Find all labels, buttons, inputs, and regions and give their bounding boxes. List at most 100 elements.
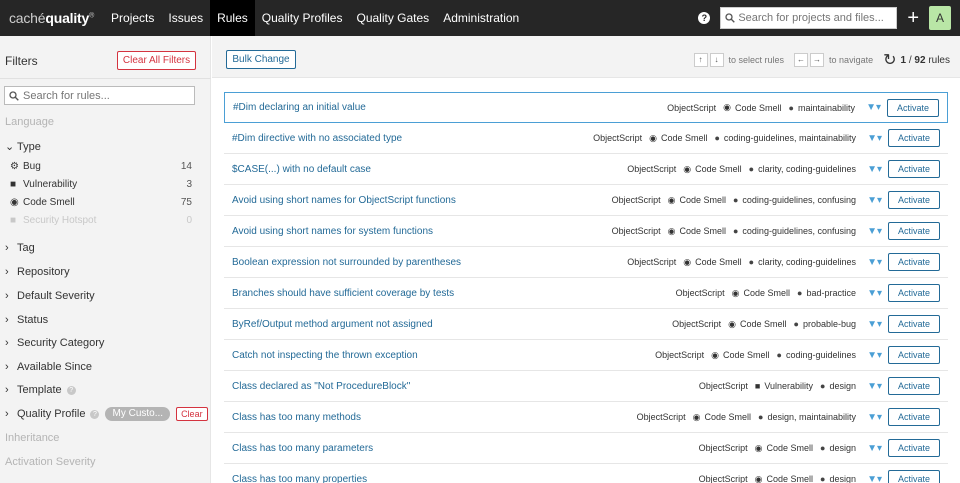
- filter-similar-icon[interactable]: ▼▾: [867, 195, 882, 206]
- filter-similar-icon[interactable]: ▼▾: [867, 443, 882, 454]
- rule-tags[interactable]: bad-practice: [806, 288, 856, 298]
- rule-title-link[interactable]: Class has too many parameters: [232, 443, 373, 454]
- rule-tags[interactable]: design, maintainability: [767, 412, 856, 422]
- filter-similar-icon[interactable]: ▼▾: [867, 288, 882, 299]
- rule-row[interactable]: $CASE(...) with no default case ObjectScr…: [224, 154, 948, 185]
- rule-title-link[interactable]: ByRef/Output method argument not assigne…: [232, 319, 433, 330]
- facet-language[interactable]: Language: [5, 116, 54, 128]
- filter-similar-icon[interactable]: ▼▾: [867, 350, 882, 361]
- facet-default-severity[interactable]: › Default Severity: [5, 290, 95, 302]
- facet-type[interactable]: ⌄ Type: [5, 140, 41, 154]
- rule-row[interactable]: Class has too many methods ObjectScript ◉ C…: [224, 402, 948, 433]
- filter-similar-icon[interactable]: ▼▾: [867, 133, 882, 144]
- rule-title-link[interactable]: Avoid using short names for ObjectScript…: [232, 195, 456, 206]
- bulk-change-button[interactable]: Bulk Change: [226, 50, 296, 69]
- activate-button[interactable]: Activate: [888, 315, 940, 333]
- rule-title-link[interactable]: #Dim directive with no associated type: [232, 133, 402, 144]
- activate-button[interactable]: Activate: [888, 222, 940, 240]
- rule-row[interactable]: ByRef/Output method argument not assigne…: [224, 309, 948, 340]
- rule-title-link[interactable]: Class has too many properties: [232, 474, 367, 483]
- filter-similar-icon[interactable]: ▼▾: [867, 381, 882, 392]
- rule-tags[interactable]: clarity, coding-guidelines: [758, 164, 856, 174]
- activate-button[interactable]: Activate: [888, 191, 940, 209]
- facet-tag[interactable]: › Tag: [5, 242, 35, 254]
- filter-similar-icon[interactable]: ▼▾: [867, 164, 882, 175]
- rule-tags[interactable]: probable-bug: [803, 319, 856, 329]
- clear-all-filters-button[interactable]: Clear All Filters: [117, 51, 196, 70]
- reload-icon[interactable]: ↻: [883, 50, 896, 70]
- facet-quality-profile[interactable]: › Quality Profile? My Custo... Clear: [5, 407, 208, 421]
- rule-row[interactable]: Boolean expression not surrounded by par…: [224, 247, 948, 278]
- global-search[interactable]: [720, 7, 898, 29]
- rule-row[interactable]: Class has too many properties ObjectScrip…: [224, 464, 948, 483]
- filter-similar-icon[interactable]: ▼▾: [867, 474, 882, 483]
- rule-title-link[interactable]: Avoid using short names for system funct…: [232, 226, 433, 237]
- rule-row[interactable]: Avoid using short names for system funct…: [224, 216, 948, 247]
- rule-tags[interactable]: coding-guidelines, maintainability: [724, 133, 856, 143]
- rule-tags[interactable]: design: [829, 381, 856, 391]
- type-bug-item[interactable]: ⚙ Bug 14: [10, 161, 192, 172]
- activate-button[interactable]: Activate: [888, 377, 940, 395]
- filter-similar-icon[interactable]: ▼▾: [867, 257, 882, 268]
- activate-button[interactable]: Activate: [888, 470, 940, 483]
- activate-button[interactable]: Activate: [888, 346, 940, 364]
- rule-title-link[interactable]: #Dim declaring an initial value: [233, 102, 366, 113]
- rule-row[interactable]: Avoid using short names for ObjectScript…: [224, 185, 948, 216]
- quality-profile-pill[interactable]: My Custo...: [105, 407, 171, 421]
- rule-row[interactable]: Branches should have sufficient coverage…: [224, 278, 948, 309]
- rule-search-input[interactable]: [23, 89, 183, 102]
- rule-row[interactable]: #Dim directive with no associated type Ob…: [224, 123, 948, 154]
- rule-row[interactable]: #Dim declaring an initial value ObjectScr…: [224, 92, 948, 123]
- rule-row[interactable]: Class declared as "Not ProcedureBlock" Ob…: [224, 371, 948, 402]
- facet-template[interactable]: › Template?: [5, 384, 76, 396]
- rule-tags[interactable]: design: [829, 443, 856, 453]
- help-icon[interactable]: ?: [66, 385, 76, 395]
- activate-button[interactable]: Activate: [888, 253, 940, 271]
- rule-tags[interactable]: coding-guidelines, confusing: [742, 195, 856, 205]
- rule-tags[interactable]: clarity, coding-guidelines: [758, 257, 856, 267]
- rule-tags[interactable]: maintainability: [798, 103, 855, 113]
- help-icon[interactable]: ?: [90, 409, 100, 419]
- app-logo[interactable]: cachéquality®: [9, 10, 94, 26]
- rule-title-link[interactable]: Branches should have sufficient coverage…: [232, 288, 454, 299]
- activate-button[interactable]: Activate: [888, 129, 940, 147]
- rule-tags[interactable]: coding-guidelines, confusing: [742, 226, 856, 236]
- quality-profile-clear-button[interactable]: Clear: [176, 407, 208, 421]
- rule-title-link[interactable]: Catch not inspecting the thrown exceptio…: [232, 350, 418, 361]
- nav-rules[interactable]: Rules: [210, 0, 255, 36]
- filter-similar-icon[interactable]: ▼▾: [866, 102, 881, 113]
- nav-administration[interactable]: Administration: [436, 0, 526, 36]
- facet-security-category[interactable]: › Security Category: [5, 337, 104, 349]
- facet-activation-severity[interactable]: Activation Severity: [5, 456, 95, 468]
- activate-button[interactable]: Activate: [888, 160, 940, 178]
- nav-issues[interactable]: Issues: [161, 0, 210, 36]
- type-code-smell-item[interactable]: ◉ Code Smell 75: [10, 197, 192, 208]
- filter-similar-icon[interactable]: ▼▾: [867, 412, 882, 423]
- rule-title-link[interactable]: $CASE(...) with no default case: [232, 164, 371, 175]
- filter-similar-icon[interactable]: ▼▾: [867, 226, 882, 237]
- nav-quality-gates[interactable]: Quality Gates: [349, 0, 436, 36]
- rule-row[interactable]: Class has too many parameters ObjectScrip…: [224, 433, 948, 464]
- facet-available-since[interactable]: › Available Since: [5, 361, 92, 373]
- rule-title-link[interactable]: Class declared as "Not ProcedureBlock": [232, 381, 410, 392]
- user-avatar[interactable]: A: [929, 6, 951, 30]
- activate-button[interactable]: Activate: [888, 284, 940, 302]
- help-icon[interactable]: ?: [698, 12, 711, 24]
- rule-tags[interactable]: coding-guidelines: [786, 350, 856, 360]
- nav-quality-profiles[interactable]: Quality Profiles: [255, 0, 350, 36]
- type-security-hotspot-item[interactable]: ■ Security Hotspot 0: [10, 215, 192, 226]
- rule-search-box[interactable]: [4, 86, 195, 105]
- activate-button[interactable]: Activate: [888, 408, 940, 426]
- create-plus-icon[interactable]: +: [907, 8, 919, 28]
- facet-status[interactable]: › Status: [5, 314, 48, 326]
- filter-similar-icon[interactable]: ▼▾: [867, 319, 882, 330]
- rule-row[interactable]: Catch not inspecting the thrown exceptio…: [224, 340, 948, 371]
- facet-inheritance[interactable]: Inheritance: [5, 432, 59, 444]
- rule-tags[interactable]: design: [829, 474, 856, 483]
- type-vulnerability-item[interactable]: ■ Vulnerability 3: [10, 179, 192, 190]
- facet-repository[interactable]: › Repository: [5, 266, 70, 278]
- global-search-input[interactable]: [738, 12, 889, 24]
- nav-projects[interactable]: Projects: [104, 0, 161, 36]
- rule-title-link[interactable]: Boolean expression not surrounded by par…: [232, 257, 461, 268]
- activate-button[interactable]: Activate: [887, 98, 939, 117]
